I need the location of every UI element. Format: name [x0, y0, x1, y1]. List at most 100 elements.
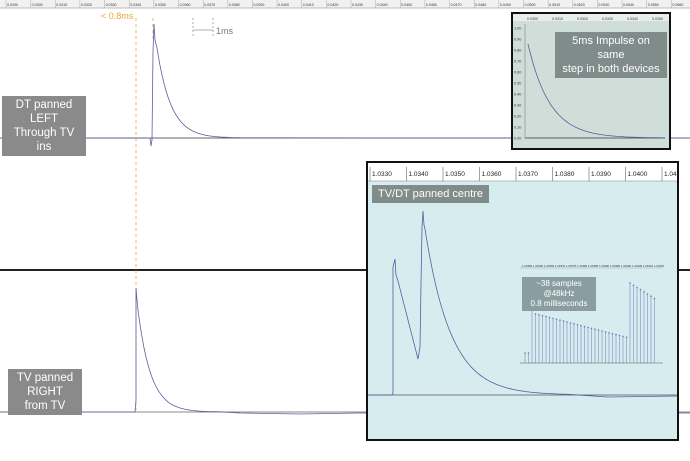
- inset-main-title: TV/DT panned centre: [372, 185, 489, 203]
- top-ruler-tick-label: 0.0530: [598, 3, 609, 7]
- sample-dot: [636, 286, 638, 289]
- top-ruler-tick-label: 0.0390: [253, 3, 264, 7]
- sample-dot: [566, 321, 568, 323]
- sample-dot: [527, 352, 530, 354]
- top-ruler-tick-label: 0.0360: [180, 3, 191, 7]
- samples-note-line2: 0.8 milliseconds: [530, 299, 588, 308]
- inset-right-caption: 5ms Impulse on same step in both devices: [555, 32, 667, 78]
- sample-dot: [580, 324, 582, 327]
- sample-dot: [597, 329, 600, 331]
- sub-ruler-label: 1.03375: [566, 264, 577, 268]
- sample-dot: [555, 318, 558, 321]
- sample-dot: [650, 295, 652, 297]
- inset-right-ytick-label: 0.00: [514, 137, 521, 141]
- top-ruler-tick-label: 0.0430: [352, 3, 363, 7]
- samples-note: ~38 samples @48kHz 0.8 milliseconds: [522, 277, 596, 311]
- track-label-top: DT panned LEFT Through TV ins: [2, 96, 86, 156]
- top-ruler-tick-label: 0.0500: [525, 3, 536, 7]
- top-ruler[interactable]: [0, 0, 690, 8]
- inset-right-ytick-label: 0.40: [514, 93, 521, 97]
- sample-dot: [594, 328, 596, 330]
- sample-dot: [583, 325, 586, 328]
- top-ruler-tick-label: 0.0480: [475, 3, 486, 7]
- top-ruler-tick-label: 0.0510: [549, 3, 560, 7]
- inset-right-ytick-label: 0.30: [514, 104, 521, 108]
- sample-dot: [569, 322, 572, 324]
- inset-right-ruler-label: 0.0350: [652, 17, 663, 21]
- top-ruler-tick-label: 0.0400: [278, 3, 289, 7]
- sample-dot: [618, 334, 621, 337]
- sample-dot: [562, 320, 565, 322]
- track-label-top-line3: Through TV ins: [13, 127, 75, 153]
- track-label-bottom-line2: RIGHT: [27, 386, 63, 398]
- track-label-bottom-line1: TV panned: [16, 372, 74, 384]
- sample-dot: [632, 284, 635, 286]
- top-ruler-tick-label: 0.0300: [32, 3, 43, 7]
- sub-ruler-label: 1.03410: [643, 264, 654, 268]
- top-ruler-tick-label: 0.0410: [303, 3, 314, 7]
- top-ruler-tick-label: 0.0370: [204, 3, 215, 7]
- inset-main-ruler-label: 1.0390: [591, 171, 611, 178]
- inset-right-ytick-label: 0.60: [514, 71, 521, 75]
- inset-right-ruler-label: 0.0310: [552, 17, 563, 21]
- top-ruler-tick-label: 0.0340: [130, 3, 141, 7]
- sample-dot: [611, 332, 614, 335]
- top-ruler-tick-label: 0.0380: [229, 3, 240, 7]
- sub-ruler-label: 1.03360: [533, 264, 544, 268]
- top-ruler-tick-label: 0.0320: [81, 3, 92, 7]
- sub-ruler-label: 1.03405: [632, 264, 643, 268]
- sub-ruler-label: 1.03365: [544, 264, 555, 268]
- track-label-top-line2: LEFT: [29, 113, 59, 125]
- sample-dot: [639, 288, 642, 291]
- sample-dot: [541, 314, 544, 317]
- sample-dot: [653, 297, 656, 300]
- inset-main-ruler-label: 1.0400: [628, 171, 648, 178]
- top-ruler-tick-label: 0.0560: [672, 3, 683, 7]
- sample-dot: [601, 330, 603, 332]
- top-ruler-tick-label: 0.0310: [56, 3, 67, 7]
- track-label-bottom-line3: from TV: [24, 400, 66, 412]
- inset-main-ruler-label: 1.0350: [445, 171, 465, 178]
- offset-label: < 0.8ms: [101, 11, 134, 21]
- inset-right-ytick-label: 0.10: [514, 126, 521, 130]
- samples-note-line1: ~38 samples @48kHz: [536, 279, 582, 298]
- top-ruler-tick-label: 0.0550: [648, 3, 659, 7]
- inset-zoom-right[interactable]: 0.0300 0.0310 0.0320 0.0330 0.0340 0.0350 1.0…: [511, 12, 671, 150]
- top-ruler-tick-label: 0.0460: [426, 3, 437, 7]
- sample-dot: [622, 335, 624, 338]
- inset-right-ruler-label: 0.0330: [602, 17, 613, 21]
- inset-right-ruler-label: 0.0340: [627, 17, 638, 21]
- scale-label: 1ms: [216, 26, 234, 36]
- inset-right-ytick-label: 0.70: [514, 60, 521, 64]
- inset-right-ytick-label: 0.20: [514, 115, 521, 119]
- sub-ruler-label: 1.03370: [555, 264, 566, 268]
- sample-dot: [646, 293, 649, 295]
- sub-ruler-label: 1.03415: [654, 264, 665, 268]
- sub-ruler-label: 1.03400: [621, 264, 632, 268]
- sample-dot: [545, 315, 547, 318]
- inset-main-ruler-label: 1.0330: [372, 171, 392, 178]
- track-label-top-line1: DT panned: [15, 99, 73, 111]
- top-ruler-tick-label: 0.0470: [451, 3, 462, 7]
- top-ruler-tick-label: 0.0440: [377, 3, 388, 7]
- top-ruler-tick-label: 0.0520: [574, 3, 585, 7]
- sample-dot: [559, 319, 561, 321]
- top-ruler-tick-label: 0.0490: [500, 3, 511, 7]
- sample-dot: [534, 313, 537, 315]
- inset-right-ytick-label: 0.50: [514, 82, 521, 86]
- top-ruler-tick-label: 0.0540: [623, 3, 634, 7]
- track-label-bottom: TV panned RIGHT from TV: [8, 369, 82, 415]
- inset-right-ytick-label: 0.80: [514, 49, 521, 53]
- sub-ruler-label: 1.03385: [588, 264, 599, 268]
- sample-dot: [608, 332, 610, 334]
- inset-main-ruler-label: 1.0370: [518, 171, 538, 178]
- inset-right-caption-line1: 5ms Impulse on same: [572, 35, 650, 61]
- sample-dot: [548, 316, 551, 319]
- sample-dot: [590, 327, 593, 330]
- inset-main-ruler-label: 1.0340: [409, 171, 429, 178]
- sample-dot: [576, 323, 579, 326]
- inset-right-ytick-label: 1.00: [514, 27, 521, 31]
- sample-dot: [552, 317, 554, 320]
- inset-right-ruler-label: 0.0320: [577, 17, 588, 21]
- inset-zoom-main[interactable]: 1.0330 1.0340 1.0350 1.0360 1.0370 1.0380 1.03…: [366, 161, 679, 441]
